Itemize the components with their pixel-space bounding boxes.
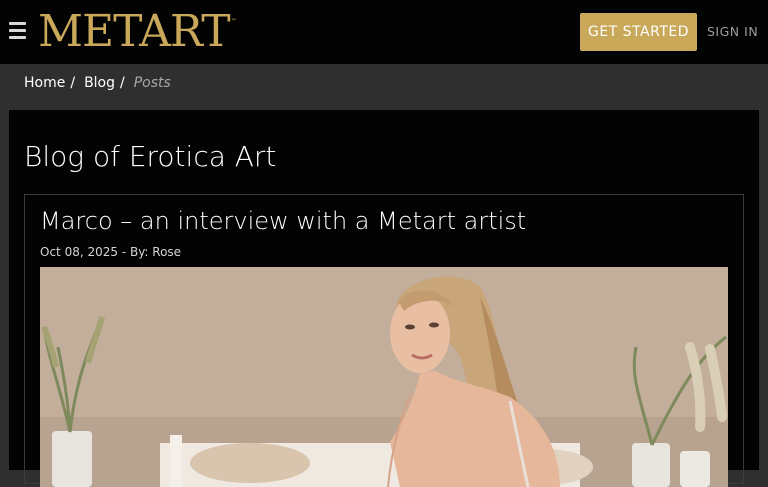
hamburger-menu-icon[interactable] [9, 22, 26, 39]
logo-trademark: ™ [230, 18, 237, 25]
blog-post-card: Marco – an interview with a Metart artis… [24, 194, 744, 487]
sign-in-link[interactable]: SIGN IN [707, 24, 758, 39]
get-started-button[interactable]: GET STARTED [580, 13, 697, 51]
main-content: Blog of Erotica Art Marco – an interview… [9, 110, 759, 487]
breadcrumb-separator: / [70, 75, 76, 91]
breadcrumb-blog-link[interactable]: Blog [84, 75, 115, 91]
post-featured-image[interactable] [40, 267, 728, 487]
logo-wordmark: METART [38, 6, 231, 57]
post-image-illustration [40, 267, 728, 487]
post-meta: Oct 08, 2025 - By: Rose [40, 245, 182, 259]
breadcrumb-separator: / [120, 75, 125, 91]
breadcrumb-home-link[interactable]: Home [24, 75, 65, 91]
metart-logo[interactable]: METART ™ [38, 6, 237, 58]
top-navbar: METART ™ GET STARTED SIGN IN [0, 0, 768, 64]
post-title-link[interactable]: Marco – an interview with a Metart artis… [40, 207, 526, 235]
breadcrumb-current: Posts [133, 75, 171, 91]
breadcrumb: Home / Blog / Posts [24, 74, 171, 92]
page-title: Blog of Erotica Art [24, 140, 277, 173]
